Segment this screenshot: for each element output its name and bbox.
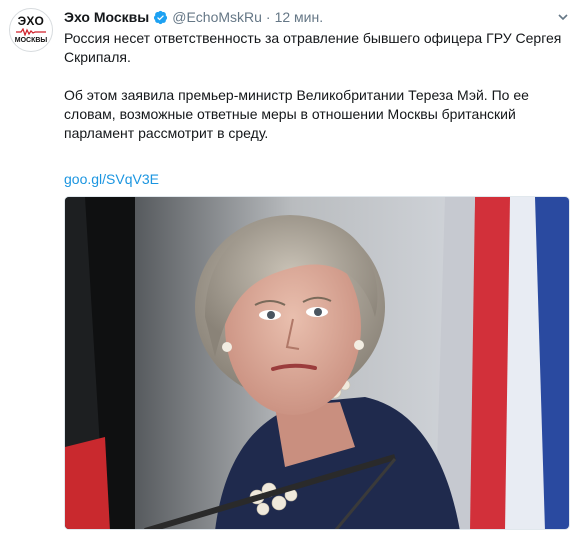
tweet-card[interactable]: ЭХО МОСКВЫ Эхо Москвы @EchoMskRu · 12 ми…: [0, 0, 583, 540]
tweet-paragraph: Об этом заявила премьер-министр Великобр…: [64, 87, 529, 141]
avatar-wave-icon: [16, 27, 46, 36]
avatar-logo-line2: МОСКВЫ: [14, 36, 48, 44]
author-name[interactable]: Эхо Москвы: [64, 9, 149, 25]
tweet-header: Эхо Москвы @EchoMskRu · 12 мин.: [64, 8, 569, 26]
chevron-down-icon[interactable]: [557, 11, 569, 23]
tweet-paragraph: Россия несет ответственность за отравлен…: [64, 30, 562, 65]
verified-badge-icon: [154, 10, 168, 24]
avatar[interactable]: ЭХО МОСКВЫ: [9, 8, 53, 52]
tweet-link[interactable]: goo.gl/SVqV3E: [64, 170, 159, 189]
tweet-timestamp[interactable]: 12 мин.: [275, 9, 324, 25]
tweet-text: Россия несет ответственность за отравлен…: [64, 29, 572, 143]
header-separator: ·: [265, 9, 271, 25]
photo-image: [65, 197, 569, 529]
avatar-logo-line1: ЭХО: [17, 13, 45, 28]
author-handle[interactable]: @EchoMskRu: [172, 9, 262, 25]
tweet-photo[interactable]: [64, 196, 570, 530]
